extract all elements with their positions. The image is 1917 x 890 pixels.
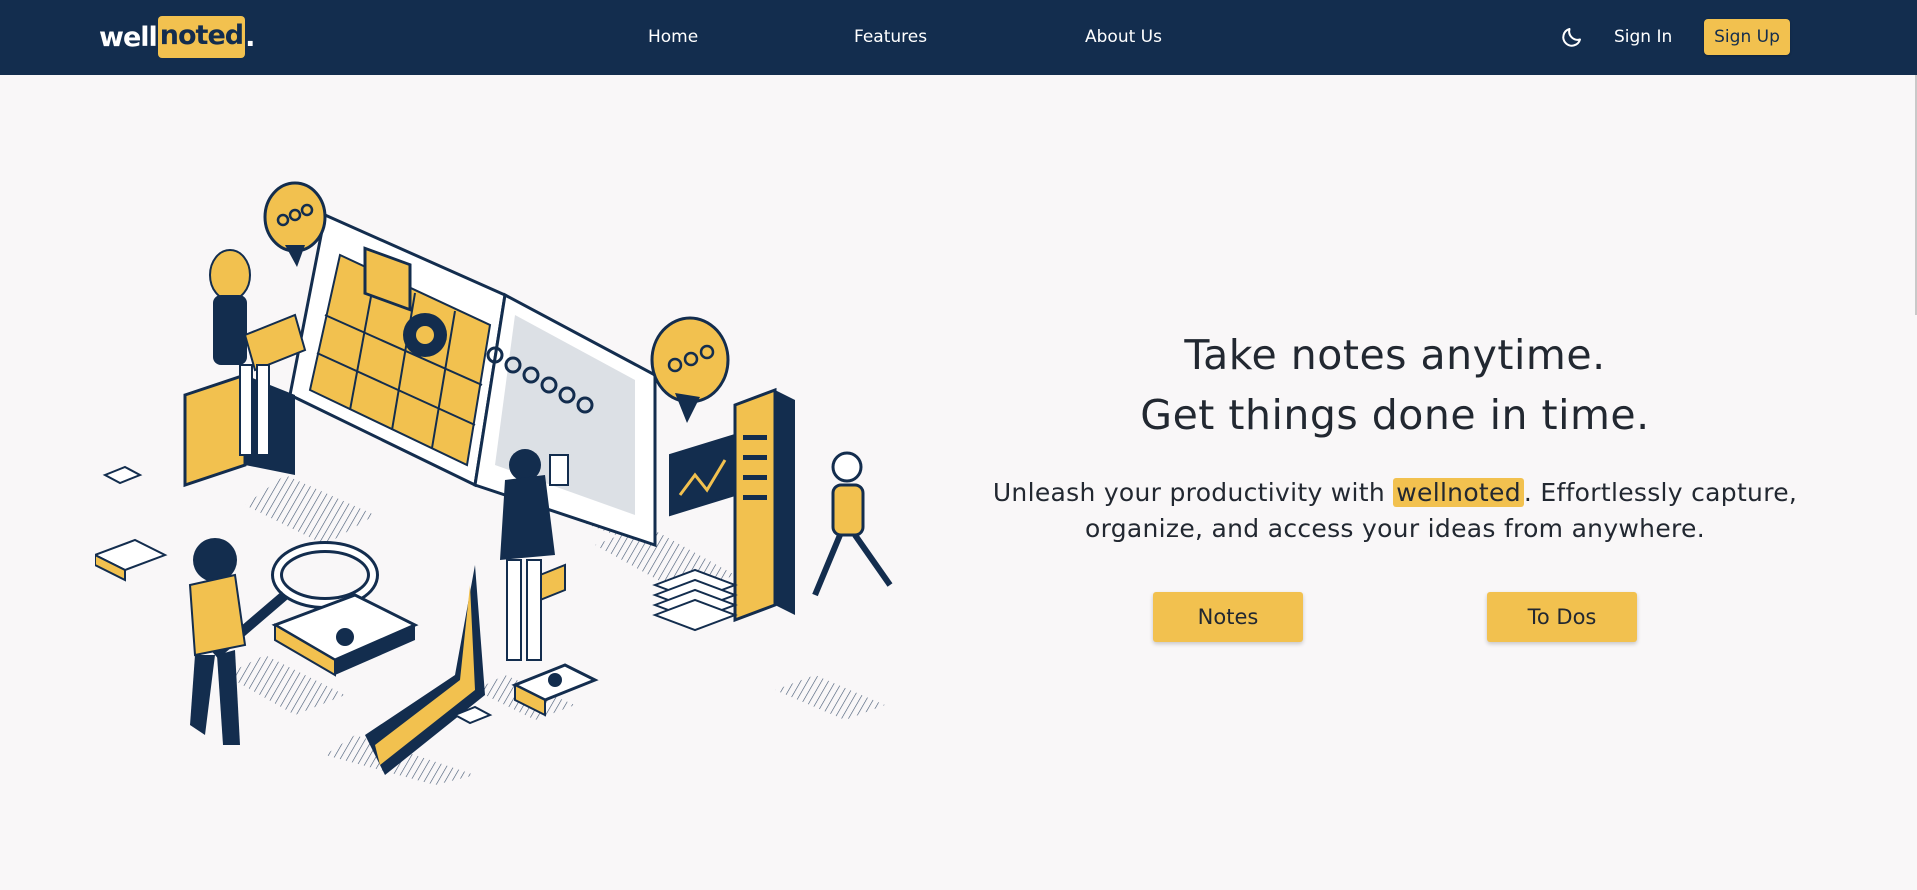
sign-up-button[interactable]: Sign Up (1704, 19, 1790, 55)
server-robot-graphic (652, 387, 893, 632)
productivity-illustration (95, 181, 893, 785)
hero-subtitle: Unleash your productivity with wellnoted… (980, 475, 1810, 547)
hero-title-line1: Take notes anytime. (1184, 331, 1606, 379)
logo-text-noted: noted (157, 16, 246, 58)
man-with-tablet-graphic (500, 449, 569, 661)
top-navbar: well noted. Home Features About Us Sign I… (0, 0, 1917, 75)
logo-dot: . (245, 21, 255, 53)
todos-button[interactable]: To Dos (1487, 592, 1637, 642)
nav-link-home[interactable]: Home (648, 27, 698, 47)
nav-link-features[interactable]: Features (854, 27, 927, 47)
notes-button[interactable]: Notes (1153, 592, 1303, 642)
woman-with-laptop-graphic (183, 249, 307, 488)
hero-section: Take notes anytime. Get things done in t… (980, 325, 1810, 572)
nav-link-about-us[interactable]: About Us (1085, 27, 1162, 47)
hero-title: Take notes anytime. Get things done in t… (980, 325, 1810, 445)
wellnoted-logo[interactable]: well noted. (99, 16, 255, 58)
calendar-board-graphic (288, 212, 657, 548)
hero-subtitle-before: Unleash your productivity with (992, 478, 1394, 507)
hero-title-line2: Get things done in time. (1140, 391, 1650, 439)
hero-subtitle-brand: wellnoted (1393, 478, 1524, 507)
moon-icon[interactable] (1560, 25, 1584, 49)
sign-in-link[interactable]: Sign In (1614, 27, 1672, 47)
logo-text-well: well (99, 21, 158, 53)
